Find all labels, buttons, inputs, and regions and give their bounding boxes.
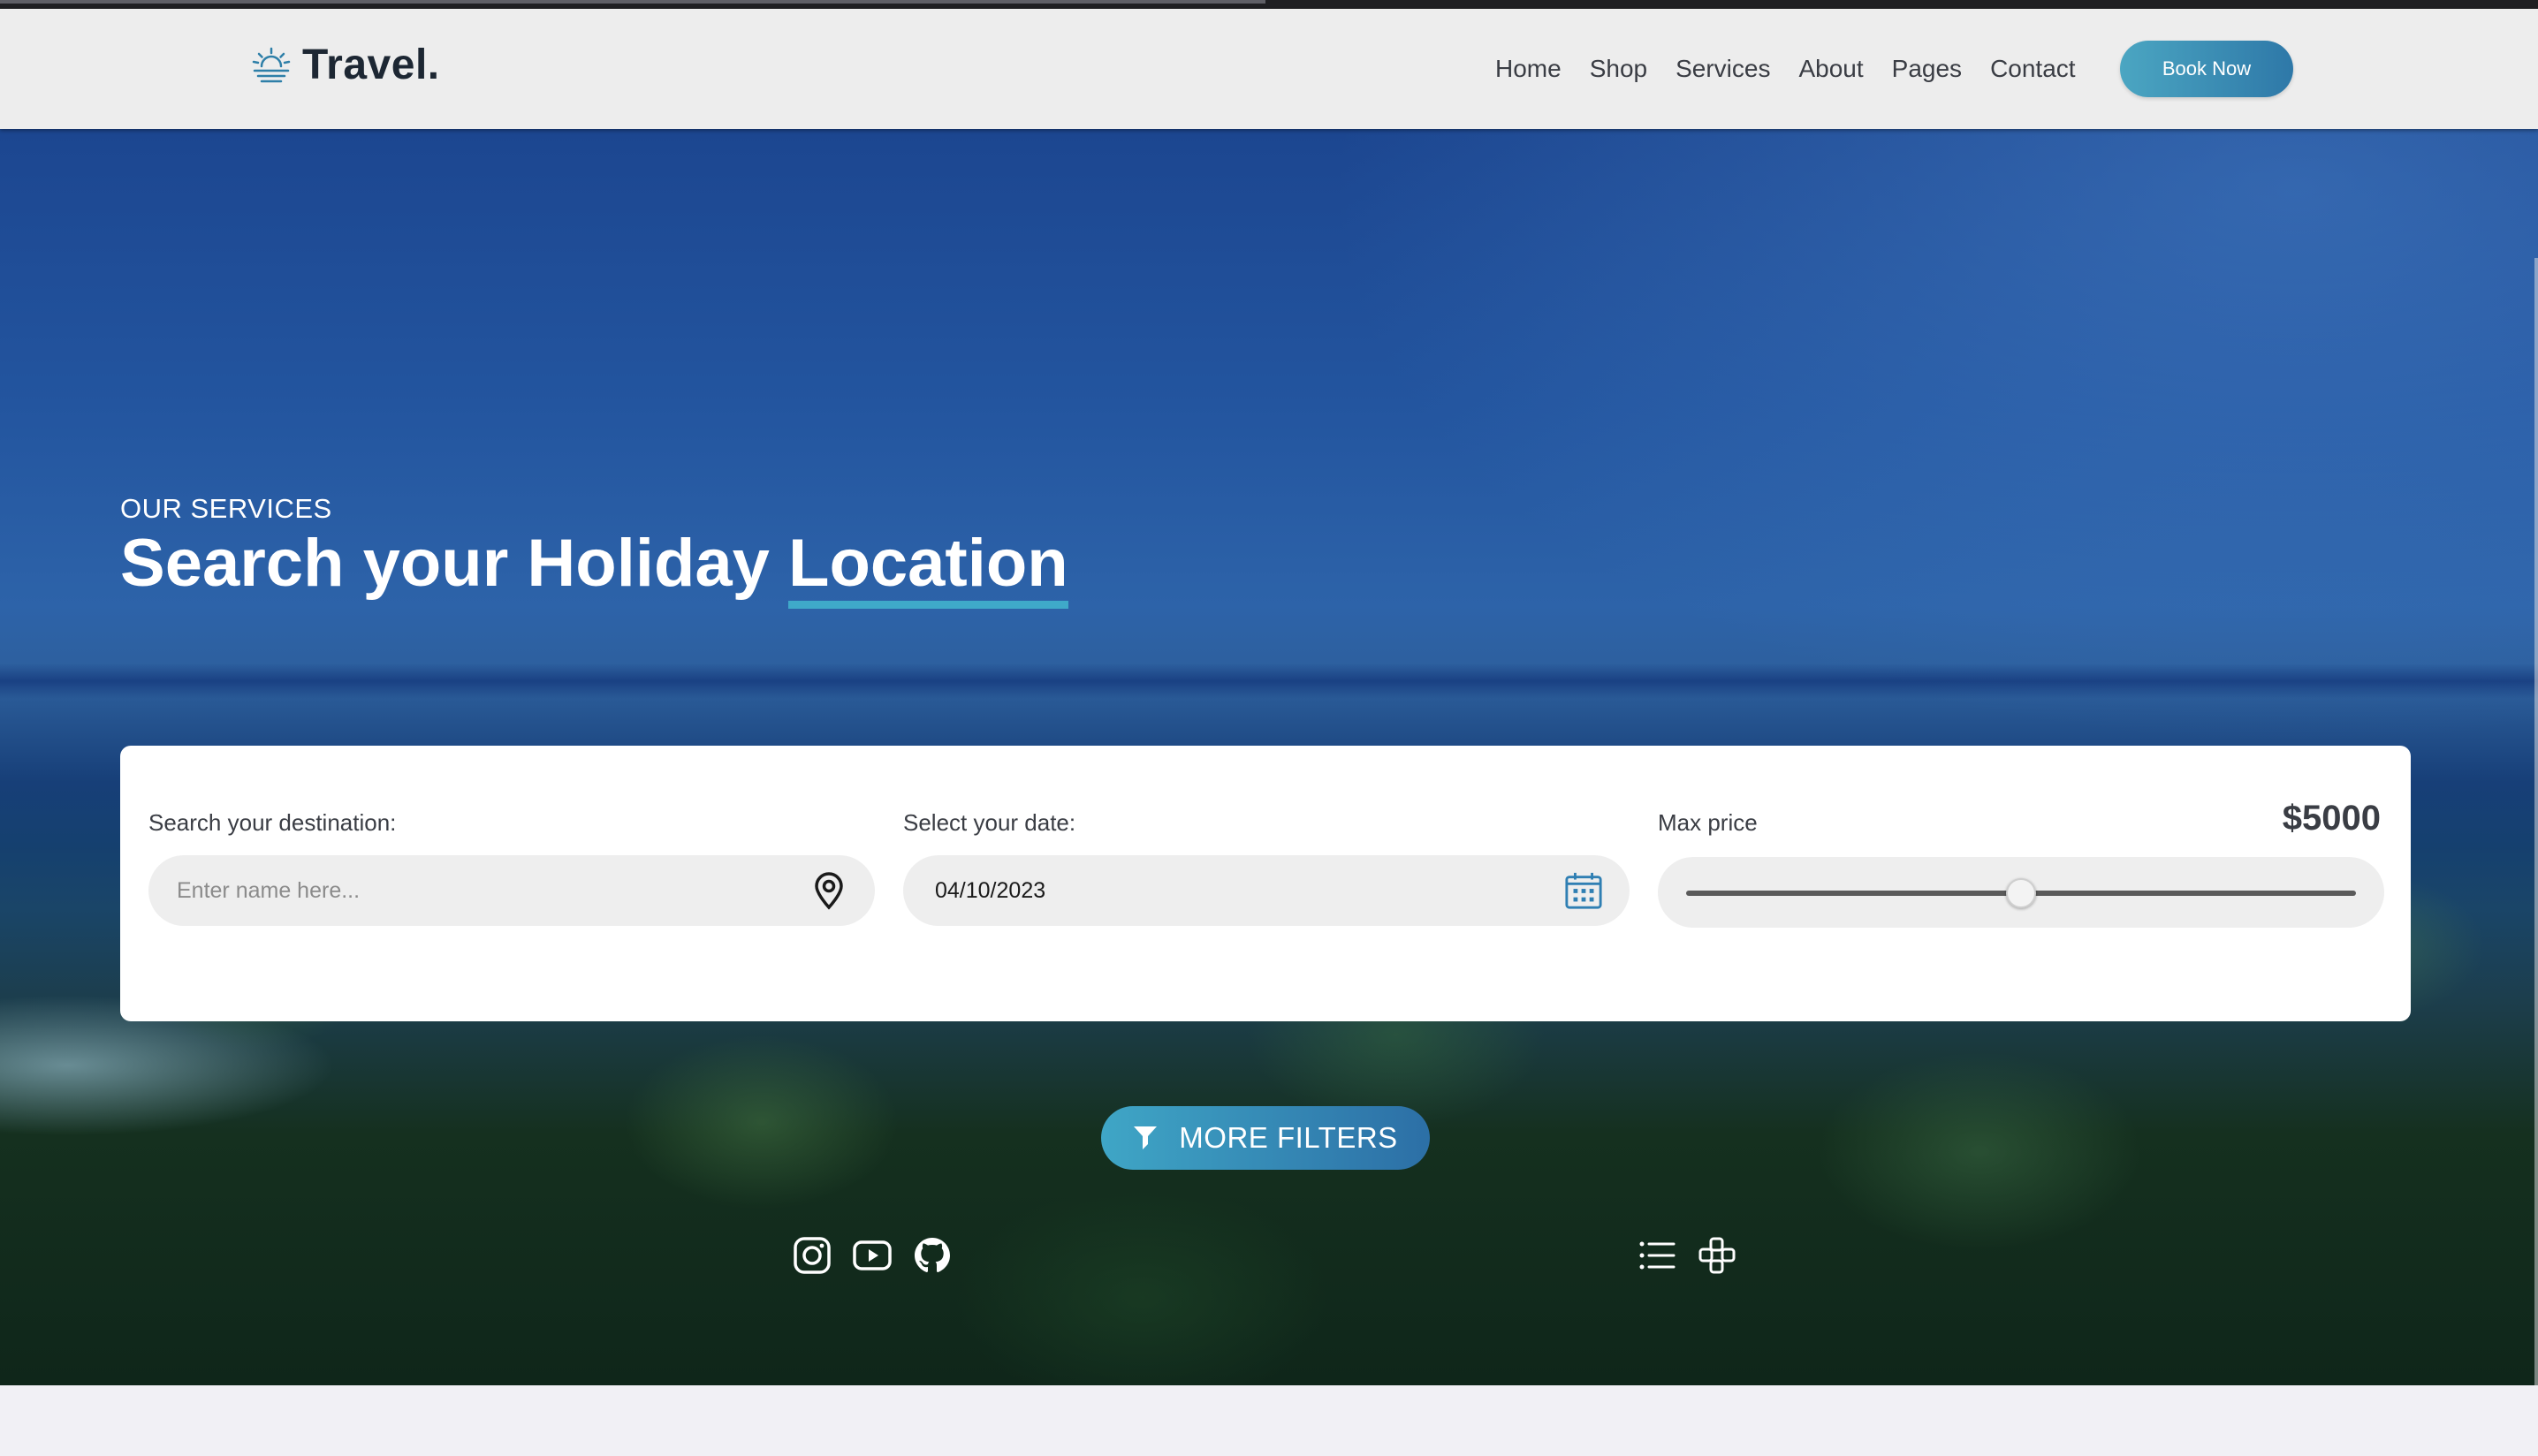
hero-section: OUR SERVICES Search your Holiday Locatio…	[0, 129, 2538, 1385]
section-eyebrow: OUR SERVICES	[120, 493, 332, 524]
social-links	[792, 1235, 953, 1276]
sun-waves-logo-icon	[252, 47, 291, 82]
hero-title-main: Search your Holiday	[120, 526, 789, 601]
filter-icon	[1134, 1126, 1158, 1149]
nav-shop[interactable]: Shop	[1590, 55, 1647, 83]
price-label: Max price	[1658, 809, 1758, 836]
destination-label: Search your destination:	[148, 809, 397, 836]
loading-bar	[0, 0, 1265, 4]
book-now-button[interactable]: Book Now	[2120, 41, 2293, 97]
main-nav: Home Shop Services About Pages Contact	[1495, 9, 2104, 129]
site-header: Travel. Home Shop Services About Pages C…	[0, 9, 2538, 129]
ocean-horizon	[0, 664, 2538, 699]
scrollbar[interactable]	[2534, 258, 2538, 1385]
date-label: Select your date:	[903, 809, 1076, 836]
youtube-icon[interactable]	[852, 1235, 893, 1276]
price-value: $5000	[2282, 799, 2381, 838]
list-icon[interactable]	[1637, 1235, 1677, 1276]
more-filters-button[interactable]: MORE FILTERS	[1101, 1106, 1430, 1170]
calendar-icon[interactable]	[1564, 871, 1603, 910]
grid-icon[interactable]	[1697, 1235, 1737, 1276]
logo[interactable]: Travel.	[249, 41, 440, 89]
hero-title: Search your Holiday Location	[120, 525, 1068, 609]
location-pin-icon[interactable]	[809, 871, 848, 910]
date-field[interactable]	[903, 855, 1630, 926]
logo-text: Travel.	[302, 42, 440, 88]
browser-top-bar	[0, 0, 2538, 9]
next-section	[0, 1385, 2538, 1456]
instagram-icon[interactable]	[792, 1235, 832, 1276]
nav-services[interactable]: Services	[1676, 55, 1770, 83]
hero-title-highlight: Location	[788, 526, 1068, 609]
github-icon[interactable]	[912, 1235, 953, 1276]
nav-home[interactable]: Home	[1495, 55, 1562, 83]
sky-background	[1326, 129, 2538, 747]
view-tools	[1637, 1235, 1737, 1276]
date-input[interactable]	[903, 876, 1564, 905]
search-card: Search your destination: Select your dat…	[120, 746, 2411, 1021]
slider-thumb[interactable]	[2006, 878, 2036, 908]
nav-about[interactable]: About	[1798, 55, 1863, 83]
more-filters-label: MORE FILTERS	[1179, 1121, 1398, 1154]
destination-field[interactable]	[148, 855, 875, 926]
nav-pages[interactable]: Pages	[1892, 55, 1962, 83]
nav-contact[interactable]: Contact	[1990, 55, 2076, 83]
destination-input[interactable]	[148, 876, 809, 905]
price-slider[interactable]	[1658, 857, 2384, 928]
